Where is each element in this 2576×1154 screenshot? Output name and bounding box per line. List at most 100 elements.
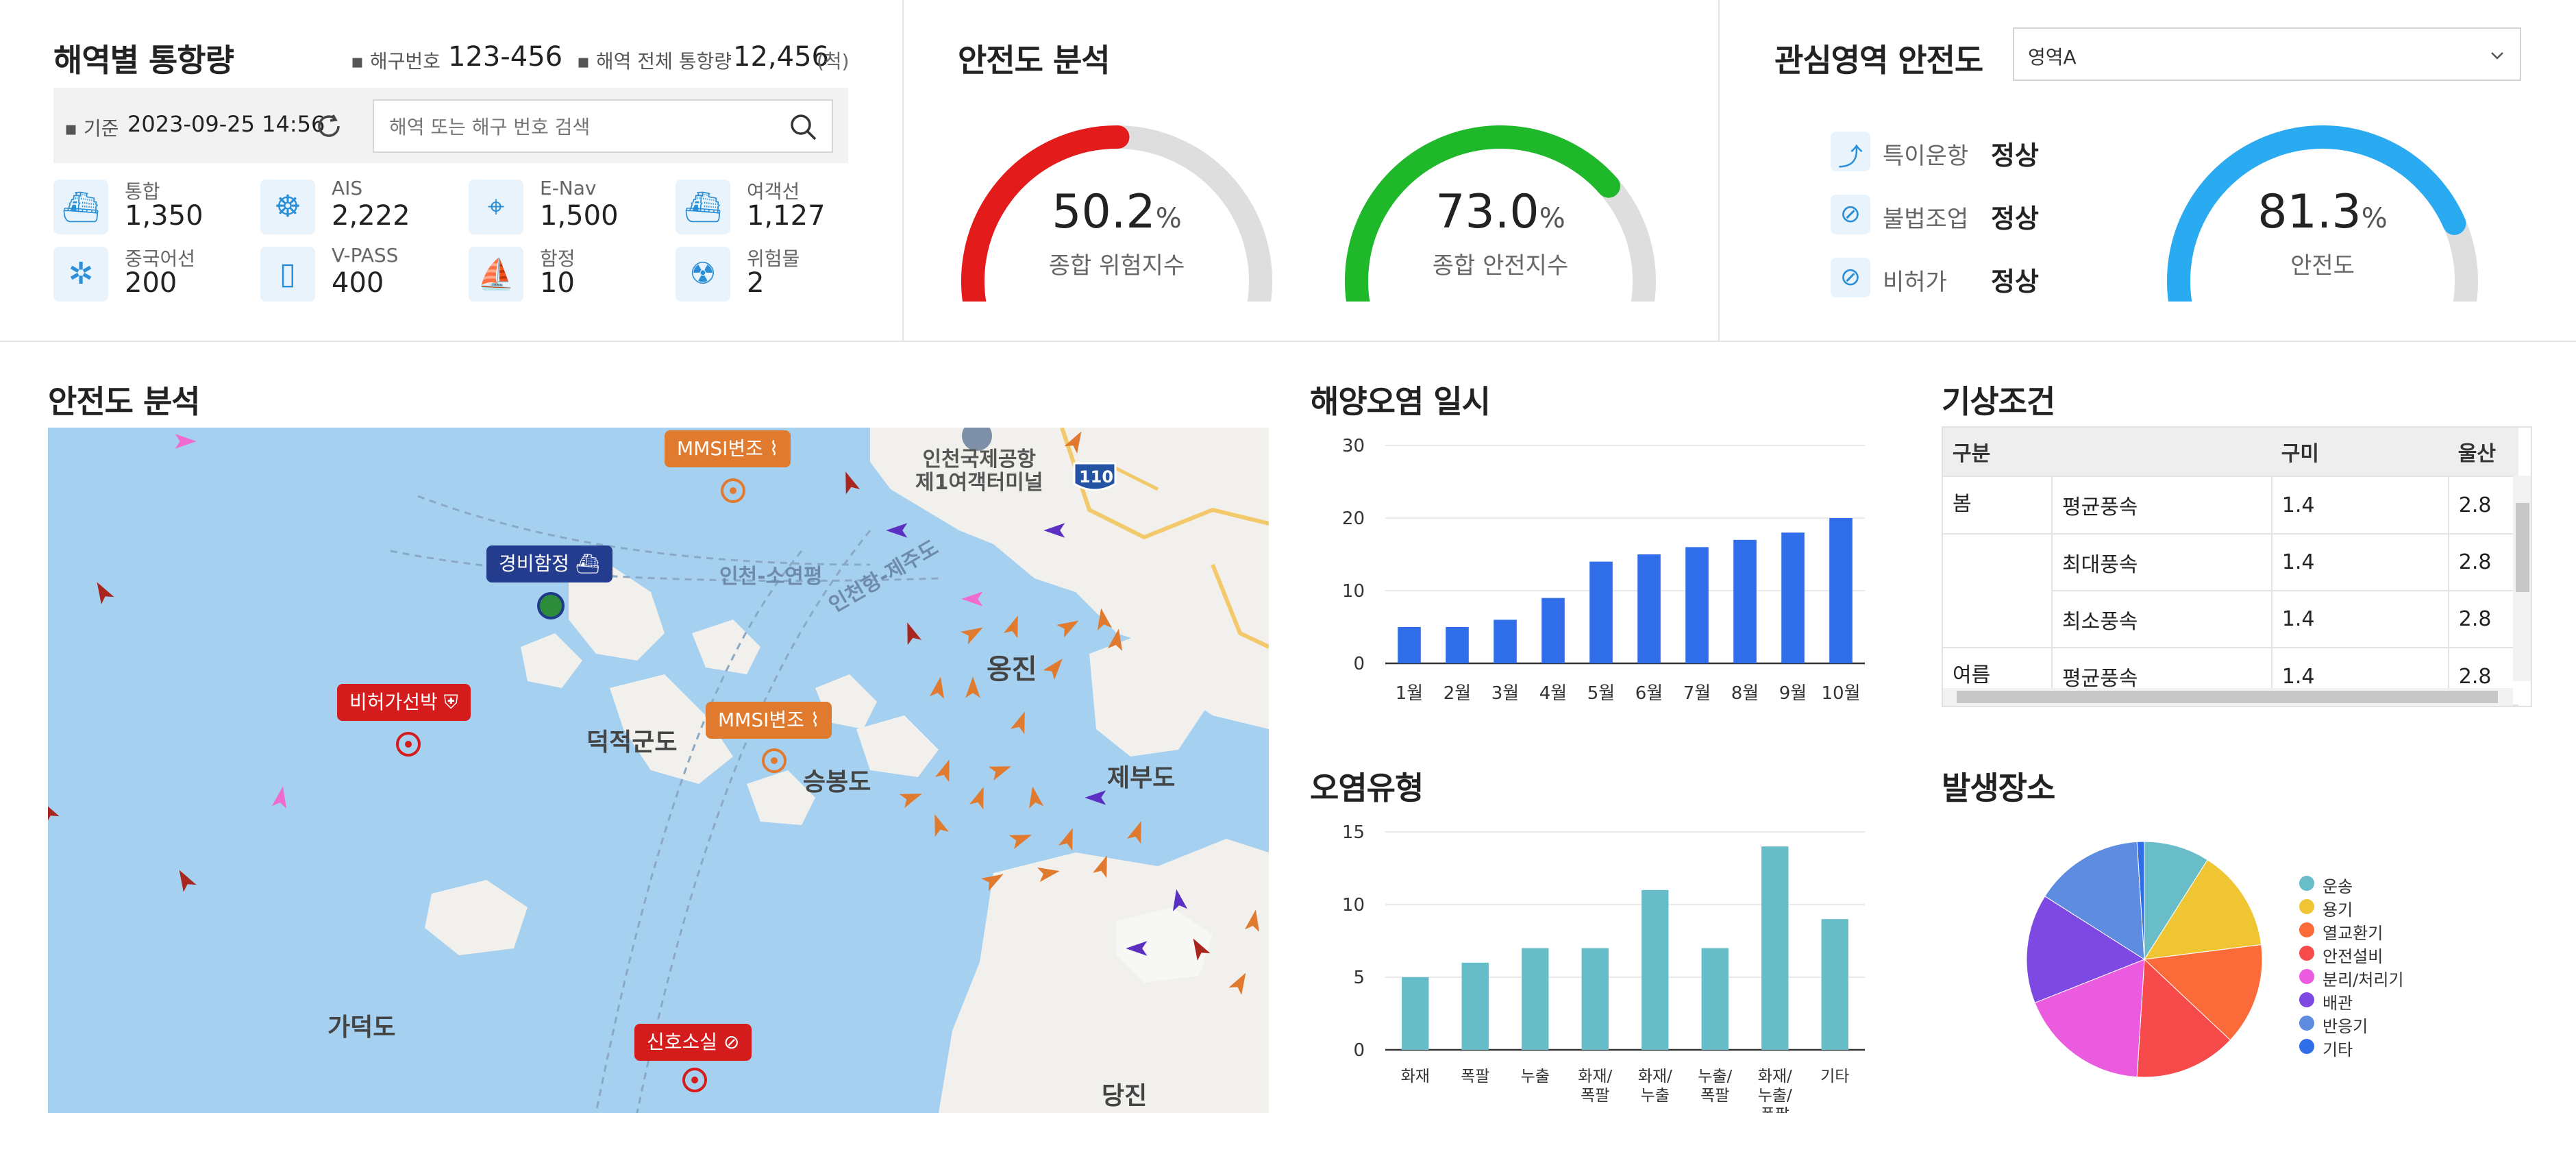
- bar[interactable]: [1821, 919, 1848, 1050]
- place-label: 제부도: [1107, 764, 1176, 792]
- bar[interactable]: [1685, 547, 1709, 663]
- bar[interactable]: [1446, 627, 1469, 663]
- unlicensed-chip[interactable]: 비허가선박 ⛨: [337, 684, 471, 721]
- stat-label: V-PASS: [332, 244, 399, 267]
- vessel-marker[interactable]: [965, 676, 980, 698]
- panel-divider: [902, 0, 904, 341]
- bar[interactable]: [1642, 889, 1669, 1050]
- legend-swatch: [2299, 946, 2314, 961]
- legend-label: 안전설비: [2323, 947, 2383, 966]
- item-cell: 최대풍속: [2051, 534, 2272, 591]
- vessel-marker[interactable]: [48, 798, 60, 824]
- stat-value: 2: [747, 267, 765, 299]
- vessel-marker[interactable]: [173, 866, 197, 892]
- vessel-marker[interactable]: [175, 434, 197, 449]
- search-box[interactable]: [373, 99, 833, 153]
- roi-gauge-value: 81.3%: [2257, 185, 2388, 239]
- area-select[interactable]: 영역A: [2013, 27, 2521, 81]
- shield-off-icon: ⛨: [443, 691, 458, 713]
- vessel-marker[interactable]: [934, 757, 956, 783]
- mmsi-alert-chip[interactable]: MMSI변조 ⌇: [665, 430, 791, 467]
- vessel-marker[interactable]: [1126, 819, 1148, 844]
- vertical-scrollbar[interactable]: [2513, 476, 2531, 681]
- vessel-marker[interactable]: [1056, 614, 1082, 638]
- refresh-icon[interactable]: [312, 110, 345, 143]
- pollution-date-chart: 0 10 20 30 1월 2월 3월 4월 5월 6월 7월 8월 9월 10월: [1342, 436, 1865, 704]
- risk-gauge-value: 50.2%: [1052, 185, 1182, 239]
- vessel-marker[interactable]: [961, 621, 987, 645]
- bar[interactable]: [1494, 619, 1517, 663]
- legend-swatch: [2299, 1039, 2314, 1054]
- legend-swatch: [2299, 992, 2314, 1007]
- vessel-marker[interactable]: [928, 812, 950, 837]
- area-select-value: 영역A: [2028, 46, 2077, 69]
- bar[interactable]: [1461, 962, 1489, 1050]
- place-label: 인천국제공항 제1여객터미널: [915, 447, 1043, 495]
- x-tick-label: 누출/: [1698, 1068, 1732, 1085]
- horizontal-scrollbar[interactable]: [1943, 688, 2513, 706]
- bar[interactable]: [1522, 948, 1549, 1050]
- stat-value: 200: [125, 267, 177, 299]
- x-tick-label: 1월: [1396, 683, 1423, 704]
- season-cell: [1943, 534, 2052, 591]
- scrollbar-thumb[interactable]: [2516, 503, 2529, 592]
- location-pie-chart: [2026, 841, 2263, 1078]
- item-cell: 최소풍속: [2051, 591, 2272, 648]
- vessel-marker[interactable]: [929, 676, 948, 700]
- y-tick-label: 10: [1342, 895, 1365, 916]
- weather-table-container[interactable]: 구분 구미 울산 봄 평균풍속 1.4 2.8 최대풍속 1.4 2.8 최소풍속 1.4 2.8…: [1942, 426, 2532, 707]
- vessel-marker[interactable]: [1043, 654, 1068, 680]
- stat-value: 1,127: [747, 200, 826, 232]
- bar[interactable]: [1733, 539, 1757, 663]
- vessel-marker[interactable]: [900, 620, 922, 646]
- bar[interactable]: [1761, 846, 1789, 1050]
- bar[interactable]: [1541, 598, 1565, 663]
- vessel-marker[interactable]: [1003, 613, 1025, 639]
- col-header: 울산: [2448, 428, 2518, 477]
- vessel-marker[interactable]: [969, 785, 991, 810]
- vessel-marker[interactable]: [886, 523, 908, 538]
- search-input[interactable]: [388, 110, 788, 143]
- mmsi-alert-chip[interactable]: MMSI변조 ⌇: [706, 702, 832, 739]
- scrollbar-thumb[interactable]: [1957, 691, 2498, 703]
- bar[interactable]: [1829, 518, 1853, 663]
- vessel-marker[interactable]: [1008, 828, 1035, 850]
- col-header: 구미: [2271, 428, 2449, 477]
- vessel-marker[interactable]: [988, 759, 1014, 781]
- vessel-marker[interactable]: [839, 469, 860, 495]
- x-tick-label: 5월: [1587, 683, 1615, 704]
- weather-table: 구분 구미 울산 봄 평균풍속 1.4 2.8 최대풍속 1.4 2.8 최소풍속 1.4 2.8…: [1943, 428, 2518, 706]
- vessel-marker[interactable]: [1010, 709, 1032, 735]
- pollution-type-chart: 051015화재폭팔누출화재/폭팔화재/누출누출/폭팔화재/누출/폭팔기타: [1342, 822, 1865, 1113]
- roi-item-label: 불법조업: [1883, 206, 1969, 233]
- ship-icon: ⛴: [575, 552, 600, 575]
- stat-label: E-Nav: [540, 177, 597, 199]
- helm-icon: ☸: [260, 180, 315, 234]
- roi-item-status: 정상: [1991, 140, 2039, 171]
- vessel-marker[interactable]: [899, 787, 925, 809]
- vessel-marker[interactable]: [1058, 826, 1080, 851]
- bar[interactable]: [1402, 977, 1429, 1050]
- total-unit: (척): [817, 50, 850, 73]
- bar[interactable]: [1637, 554, 1661, 663]
- bar[interactable]: [1781, 532, 1805, 663]
- x-tick-label: 누출: [1641, 1087, 1670, 1105]
- bar[interactable]: [1398, 627, 1421, 663]
- bar[interactable]: [1589, 561, 1613, 663]
- bar[interactable]: [1701, 948, 1729, 1050]
- vessel-marker[interactable]: [1085, 790, 1106, 805]
- x-tick-label: 3월: [1491, 683, 1519, 704]
- vessel-marker[interactable]: [1025, 785, 1044, 809]
- sea-map[interactable]: 인천국제공항 제1여객터미널 110 인천-소연평 인천항-제주도 옹진 덕적군도…: [48, 428, 1269, 1113]
- search-icon[interactable]: [788, 112, 818, 142]
- patrol-chip[interactable]: 경비함정 ⛴: [486, 545, 612, 582]
- vessel-marker[interactable]: [271, 785, 290, 809]
- bar[interactable]: [1581, 948, 1609, 1050]
- x-tick-label: 폭팔: [1700, 1087, 1729, 1105]
- signal-lost-chip[interactable]: 신호소실 ⊘: [634, 1024, 752, 1061]
- y-tick-label: 0: [1353, 1040, 1365, 1061]
- vessel-marker[interactable]: [961, 591, 983, 606]
- vessel-marker[interactable]: [90, 578, 114, 604]
- panel-divider: [1718, 0, 1720, 341]
- weather-title: 기상조건: [1942, 383, 2055, 420]
